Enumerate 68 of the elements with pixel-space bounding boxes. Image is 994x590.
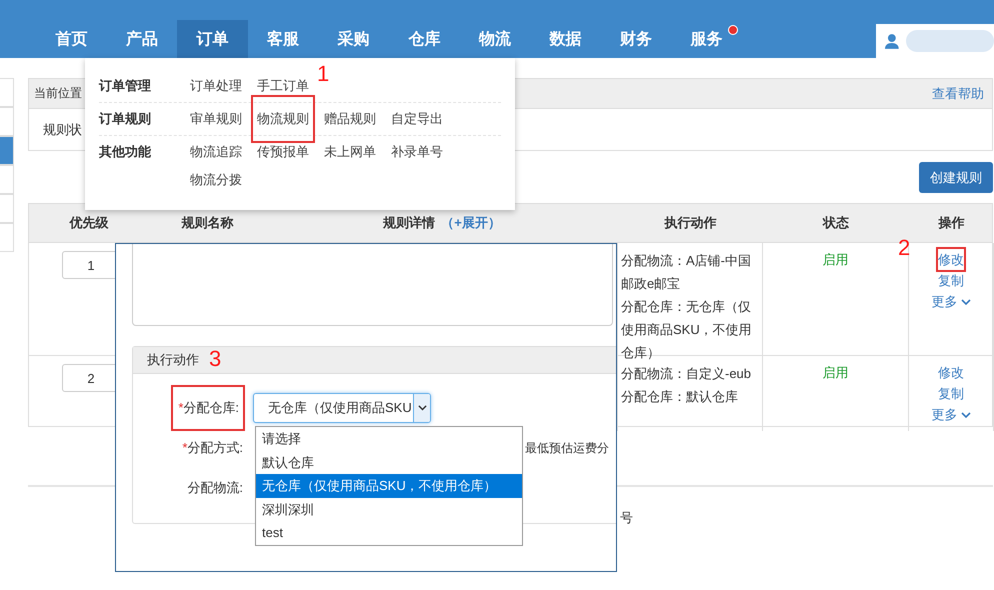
select-option[interactable]: 无仓库（仅使用商品SKU，不使用仓库） — [256, 474, 522, 498]
user-icon — [884, 33, 900, 49]
annotation-number: 3 — [209, 348, 222, 370]
breadcrumb-label: 当前位置 — [34, 85, 82, 102]
text-area[interactable] — [132, 244, 613, 326]
column-header: 状态 — [823, 214, 849, 232]
menu-item[interactable]: 未上网单 — [324, 142, 376, 162]
more-link[interactable]: 更多 — [932, 404, 970, 425]
text-fragment: 号 — [620, 510, 633, 525]
nav-tab[interactable]: 数据 — [530, 20, 601, 58]
create-rule-button[interactable]: 创建规则 — [919, 162, 993, 193]
sidebar-tab[interactable] — [0, 107, 14, 136]
chevron-down-icon — [960, 412, 970, 418]
sidebar-tab[interactable] — [0, 136, 14, 165]
field-label: *分配方式: — [181, 439, 243, 457]
status-text: 启用 — [822, 251, 848, 269]
more-link[interactable]: 更多 — [932, 291, 970, 312]
sidebar-tab[interactable] — [0, 194, 14, 223]
action-text: 分配仓库：无仓库（仅使用商品SKU，不使用仓库） — [621, 298, 753, 362]
menu-item[interactable]: 审单规则 — [190, 109, 242, 129]
sidebar-tab[interactable] — [0, 78, 14, 107]
edit-link[interactable]: 修改 — [938, 249, 964, 270]
menu-item[interactable]: 自定导出 — [391, 109, 443, 129]
expand-link[interactable]: （+展开） — [441, 214, 501, 232]
help-link[interactable]: 查看帮助 — [932, 84, 984, 102]
copy-link[interactable]: 复制 — [938, 270, 964, 291]
nav-tab[interactable]: 首页 — [36, 20, 107, 58]
column-header: 操作 — [938, 214, 964, 232]
warehouse-select[interactable]: 无仓库（仅使用商品SKU — [253, 393, 431, 423]
nav-tab[interactable]: 仓库 — [388, 20, 460, 58]
nav-tab[interactable]: 采购 — [318, 20, 389, 58]
annotation-number: 1 — [317, 63, 330, 85]
copy-link[interactable]: 复制 — [938, 383, 964, 404]
nav-tab[interactable]: 订单 — [177, 20, 248, 58]
menu-group-title: 其他功能 — [99, 143, 152, 161]
field-value: 最低预估运费分 — [525, 440, 609, 456]
menu-group-title: 订单规则 — [99, 110, 152, 128]
nav-tab[interactable]: 服务 — [671, 20, 742, 58]
nav-tab[interactable]: 财务 — [600, 20, 672, 58]
annotation-number: 2 — [898, 237, 910, 259]
field-label: 分配物流: — [186, 479, 243, 497]
filter-label: 规则状 — [43, 120, 82, 138]
menu-item[interactable]: 物流追踪 — [190, 142, 242, 162]
menu-item[interactable]: 订单处理 — [190, 76, 242, 96]
menu-group-title: 订单管理 — [99, 77, 152, 95]
sidebar-tab[interactable] — [0, 223, 14, 252]
nav-tab[interactable]: 产品 — [106, 20, 178, 58]
field-label: *分配仓库: — [171, 385, 245, 431]
menu-item[interactable]: 手工订单 — [257, 76, 309, 96]
action-text: 分配仓库：默认仓库 — [621, 388, 738, 406]
nav-tab[interactable]: 客服 — [248, 20, 318, 58]
menu-item[interactable]: 物流分拨 — [190, 170, 242, 190]
column-header: 规则名称 — [182, 214, 234, 232]
menu-item[interactable]: 补录单号 — [391, 142, 443, 162]
column-header: 优先级 — [70, 214, 108, 232]
section-title: 执行动作 — [147, 351, 199, 369]
nav-tab[interactable]: 物流 — [460, 20, 530, 58]
action-text: 分配物流：自定义-eub — [621, 365, 752, 383]
sidebar-tab[interactable] — [0, 165, 14, 194]
action-text: 分配物流：A店铺-中国邮政e邮宝 — [621, 252, 752, 293]
chevron-down-icon — [960, 298, 970, 304]
status-text: 启用 — [822, 364, 848, 382]
column-header: 规则详情 — [383, 214, 436, 232]
menu-item[interactable]: 传预报单 — [257, 142, 309, 162]
menu-item[interactable]: 赠品规则 — [324, 109, 376, 129]
column-header: 执行动作 — [664, 214, 716, 232]
edit-link[interactable]: 修改 — [938, 362, 964, 383]
chevron-down-icon — [418, 405, 426, 411]
